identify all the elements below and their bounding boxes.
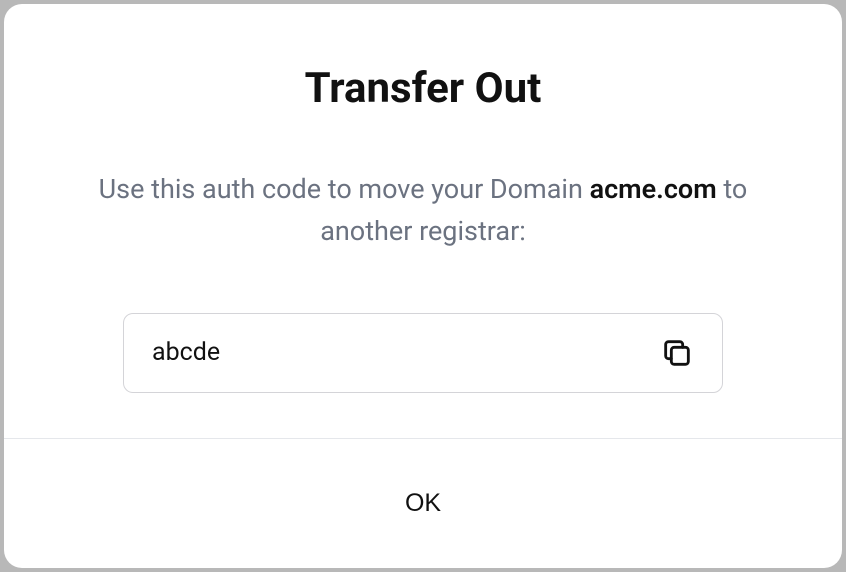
ok-button[interactable]: OK [4, 439, 842, 568]
auth-code-box: abcde [123, 313, 723, 393]
transfer-out-modal: Transfer Out Use this auth code to move … [4, 4, 842, 568]
copy-icon [660, 336, 694, 370]
auth-code-value: abcde [152, 338, 220, 367]
modal-title: Transfer Out [305, 64, 542, 113]
modal-description: Use this auth code to move your Domain a… [62, 169, 784, 253]
description-prefix: Use this auth code to move your Domain [99, 173, 590, 205]
modal-footer: OK [4, 438, 842, 568]
domain-name: acme.com [590, 173, 717, 205]
copy-button[interactable] [660, 336, 694, 370]
modal-body: Transfer Out Use this auth code to move … [4, 4, 842, 438]
